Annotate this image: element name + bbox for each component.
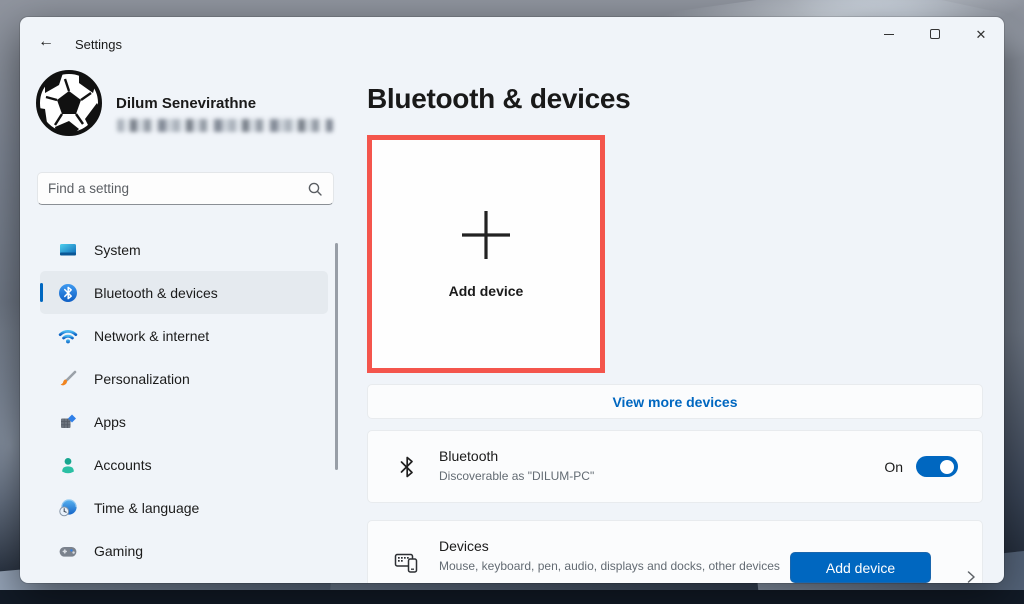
sidebar-item-label: Network & internet <box>94 328 209 344</box>
back-button[interactable]: ← <box>34 31 58 53</box>
sidebar-item-label: Time & language <box>94 500 199 516</box>
sidebar-scrollbar[interactable] <box>335 243 338 470</box>
sidebar-item-label: Personalization <box>94 371 190 387</box>
sidebar-item-accounts[interactable]: Accounts <box>40 443 328 486</box>
bluetooth-row-subtitle: Discoverable as "DILUM-PC" <box>439 468 594 484</box>
avatar <box>35 69 103 137</box>
sidebar-item-label: Bluetooth & devices <box>94 285 218 301</box>
add-device-tile[interactable]: Add device <box>367 135 605 373</box>
devices-row-subtitle: Mouse, keyboard, pen, audio, displays an… <box>439 558 780 574</box>
minimize-icon <box>884 34 894 35</box>
network-icon <box>58 326 78 346</box>
personalization-icon <box>58 369 78 389</box>
profile-name: Dilum Senevirathne <box>116 95 256 112</box>
selected-indicator <box>40 283 43 302</box>
add-device-tile-label: Add device <box>449 283 524 299</box>
search-box[interactable] <box>37 172 334 205</box>
window-title: Settings <box>75 37 122 52</box>
wallpaper-base <box>0 590 1024 604</box>
sidebar-item-bluetooth-devices[interactable]: Bluetooth & devices <box>40 271 328 314</box>
maximize-button[interactable] <box>912 17 958 51</box>
sidebar-item-label: Accounts <box>94 457 152 473</box>
bluetooth-toggle-state: On <box>884 459 903 475</box>
sidebar-item-personalization[interactable]: Personalization <box>40 357 328 400</box>
sidebar-item-label: Apps <box>94 414 126 430</box>
profile-email-redacted <box>117 119 333 132</box>
minimize-button[interactable] <box>866 17 912 51</box>
titlebar[interactable]: ← Settings ✕ <box>20 17 1004 57</box>
add-device-button[interactable]: Add device <box>790 552 931 583</box>
desktop-wallpaper: ← Settings ✕ <box>0 0 1024 604</box>
caption-controls: ✕ <box>866 17 1004 51</box>
bluetooth-row-title: Bluetooth <box>439 448 594 464</box>
plus-icon <box>460 209 512 261</box>
search-icon <box>307 181 323 197</box>
close-icon: ✕ <box>976 28 987 41</box>
bluetooth-glyph-icon <box>394 454 420 480</box>
devices-row-title: Devices <box>439 538 780 554</box>
bluetooth-icon <box>58 283 78 303</box>
settings-window: ← Settings ✕ <box>20 17 1004 583</box>
sidebar-item-network-internet[interactable]: Network & internet <box>40 314 328 357</box>
sidebar-item-time-language[interactable]: Time & language <box>40 486 328 529</box>
view-more-devices-label: View more devices <box>612 394 737 410</box>
accounts-icon <box>58 455 78 475</box>
maximize-icon <box>930 29 940 39</box>
sidebar-item-apps[interactable]: Apps <box>40 400 328 443</box>
system-icon <box>58 240 78 260</box>
toggle-knob <box>940 460 954 474</box>
gaming-icon <box>58 541 78 561</box>
page-title: Bluetooth & devices <box>367 83 630 115</box>
sidebar-nav: System Bluetooth & devices <box>40 228 328 572</box>
view-more-devices-button[interactable]: View more devices <box>367 384 983 419</box>
chevron-right-icon[interactable] <box>964 570 978 583</box>
sidebar-item-gaming[interactable]: Gaming <box>40 529 328 572</box>
apps-icon <box>58 412 78 432</box>
close-button[interactable]: ✕ <box>958 17 1004 51</box>
search-input[interactable] <box>48 181 307 196</box>
sidebar-item-label: System <box>94 242 141 258</box>
sidebar-item-label: Gaming <box>94 543 143 559</box>
bluetooth-row[interactable]: Bluetooth Discoverable as "DILUM-PC" On <box>367 430 983 503</box>
time-language-icon <box>58 498 78 518</box>
bluetooth-toggle[interactable] <box>916 456 958 477</box>
devices-icon <box>394 549 420 575</box>
sidebar-item-system[interactable]: System <box>40 228 328 271</box>
